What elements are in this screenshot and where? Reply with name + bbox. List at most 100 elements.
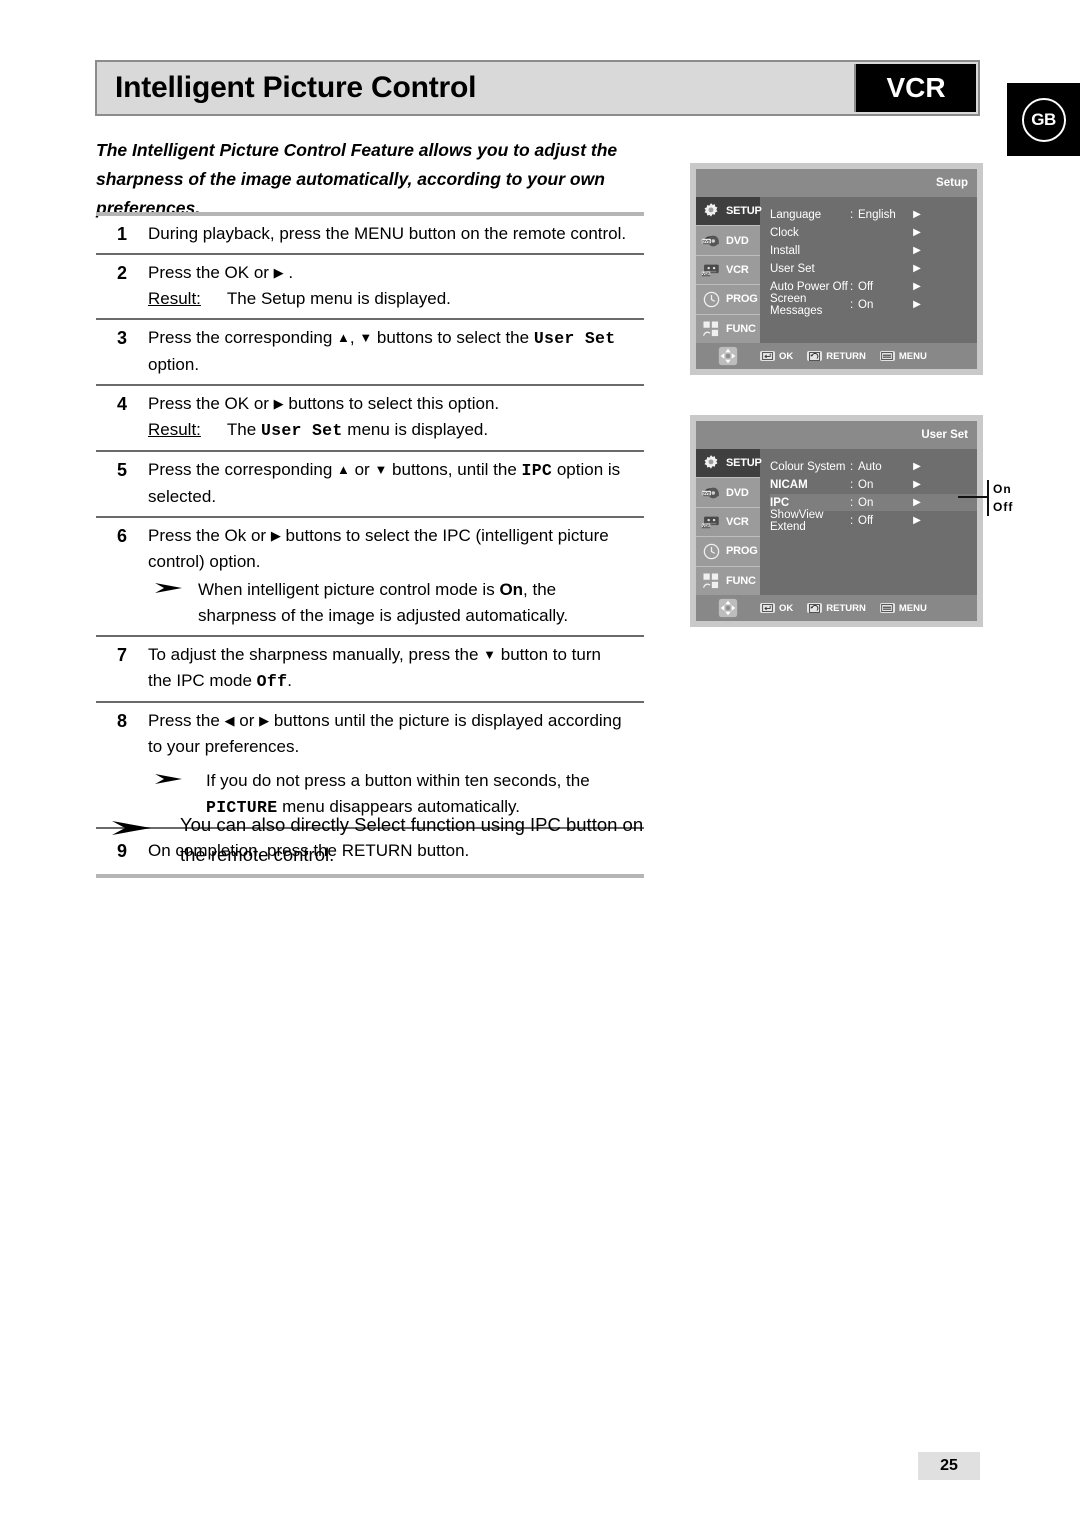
osd-row-label: Clock <box>770 226 799 239</box>
osd-hint-ok: OK <box>760 603 793 614</box>
osd-menu-row[interactable]: Language : English ▶ <box>770 206 977 223</box>
step-text: Press the corresponding ▲ or ▼ buttons, … <box>148 457 644 510</box>
osd-titlebar: Setup <box>696 169 977 197</box>
sidebar-item-vcr[interactable]: VCR VCR <box>696 508 760 538</box>
step-number: 2 <box>116 263 127 283</box>
right-arrow-icon: ▶ <box>913 226 921 238</box>
osd-row-colon: : <box>850 460 854 473</box>
callout-leader-line <box>958 496 988 498</box>
osd-menu-row[interactable]: Install ▶ <box>770 242 977 259</box>
step-line: During playback, press the MENU button o… <box>148 224 627 243</box>
step-line: Press the corresponding ▲, ▼ buttons to … <box>148 328 616 348</box>
osd-body: User Set SETUP DVD DVD VCR VCR PROG FUNC… <box>696 421 977 621</box>
osd-menu-list: Language : English ▶ Clock ▶ Install ▶ U… <box>760 197 977 343</box>
osd-hint-label: OK <box>779 350 794 362</box>
osd-bottom-bar: OK RETURN MENU <box>696 343 977 369</box>
gear-icon <box>701 201 721 221</box>
sidebar-item-prog[interactable]: PROG <box>696 285 760 315</box>
osd-bottom-bar: OK RETURN MENU <box>696 595 977 621</box>
osd-menu-row[interactable]: Screen Messages : On ▶ <box>770 293 977 317</box>
right-arrow-icon: ▶ <box>273 265 284 280</box>
osd-menu-row-showview-extend[interactable]: ShowView Extend : Off ▶ <box>770 509 977 533</box>
step-line: selected. <box>148 487 217 506</box>
result-label: Result: <box>148 420 201 439</box>
osd-row-label: IPC <box>770 496 790 509</box>
step-number: 4 <box>116 394 127 414</box>
osd-row-value: On <box>858 496 874 509</box>
navigation-pad-icon <box>716 596 740 620</box>
osd-row-value: Off <box>858 280 874 293</box>
return-chip-icon <box>807 351 823 361</box>
ipc-options-callout: On Off <box>958 478 1022 524</box>
osd-row-label: Screen Messages <box>770 292 823 317</box>
value-on: On <box>499 580 524 599</box>
step-line: To adjust the sharpness manually, press … <box>148 645 601 664</box>
sidebar-item-dvd[interactable]: DVD DVD <box>696 226 760 256</box>
function-icon <box>701 319 721 339</box>
osd-row-label: User Set <box>770 262 815 275</box>
sidebar-item-setup[interactable]: SETUP <box>696 449 762 479</box>
right-arrow-icon: ▶ <box>913 514 921 526</box>
step-text: Press the corresponding ▲, ▼ buttons to … <box>148 325 644 378</box>
clock-icon <box>701 541 721 561</box>
sidebar-item-vcr[interactable]: VCR VCR <box>696 256 760 286</box>
region-badge-label: GB <box>1031 110 1056 129</box>
step-note: When intelligent picture control mode is… <box>148 575 644 629</box>
sidebar-item-prog[interactable]: PROG <box>696 537 760 567</box>
osd-menu-row[interactable]: User Set ▶ <box>770 260 977 277</box>
note-arrow-icon <box>148 577 198 595</box>
osd-hint-ok: OK <box>760 351 793 362</box>
sidebar-item-label: PROG <box>726 545 758 558</box>
sidebar-item-label: FUNC <box>726 322 756 335</box>
right-arrow-icon: ▶ <box>913 262 921 274</box>
callout-option-off: Off <box>993 500 1014 514</box>
ok-chip-icon <box>760 351 775 361</box>
function-icon <box>701 571 721 591</box>
sidebar-item-label: FUNC <box>726 574 756 587</box>
step-number: 7 <box>116 645 127 665</box>
step-number: 6 <box>116 526 127 546</box>
note-text: When intelligent picture control mode is… <box>198 577 644 629</box>
note-line: If you do not press a button within ten … <box>206 771 590 790</box>
result-label: Result: <box>148 289 201 308</box>
right-arrow-icon: ▶ <box>273 396 284 411</box>
svg-text:DVD: DVD <box>702 239 710 243</box>
step-text: Press the Ok or ▶ buttons to select the … <box>148 523 644 629</box>
right-arrow-icon: ▶ <box>259 713 270 728</box>
step-line: option. <box>148 355 200 374</box>
osd-row-value: On <box>858 478 874 491</box>
osd-row-colon: : <box>850 298 854 311</box>
intro-paragraph: The Intelligent Picture Control Feature … <box>96 140 618 218</box>
osd-row-label: NICAM <box>770 478 808 491</box>
osd-hint-menu: MENU <box>879 603 927 614</box>
osd-menu-row-colour-system[interactable]: Colour System : Auto ▶ <box>770 458 977 475</box>
osd-menu-row-nicam[interactable]: NICAM : On ▶ <box>770 476 977 493</box>
sidebar-item-label: VCR <box>726 516 749 529</box>
right-arrow-icon: ▶ <box>913 478 921 490</box>
sidebar-item-dvd[interactable]: DVD DVD <box>696 478 760 508</box>
step-number: 8 <box>116 711 127 731</box>
sidebar-item-func[interactable]: FUNC <box>696 567 760 595</box>
osd-hint-return: RETURN <box>807 603 866 614</box>
right-arrow-icon: ▶ <box>913 298 921 310</box>
down-arrow-icon: ▼ <box>374 462 388 477</box>
step-line: control) option. <box>148 552 261 571</box>
osd-body: Setup SETUP DVD DVD VCR VCR PROG FUNC La… <box>696 169 977 369</box>
ok-chip-icon <box>760 603 775 613</box>
osd-row-colon: : <box>850 280 854 293</box>
page-header-bar: Intelligent Picture Control VCR <box>95 60 980 116</box>
note-line: sharpness of the image is adjusted autom… <box>198 606 569 625</box>
step-line: Press the Ok or ▶ buttons to select the … <box>148 526 609 545</box>
osd-row-colon: : <box>850 514 854 527</box>
right-arrow-icon: ▶ <box>913 208 921 220</box>
osd-row-colon: : <box>850 208 854 221</box>
step-text: To adjust the sharpness manually, press … <box>148 642 644 695</box>
osd-hint-label: OK <box>779 602 794 614</box>
sidebar-item-setup[interactable]: SETUP <box>696 197 762 227</box>
osd-menu-row[interactable]: Clock ▶ <box>770 224 977 241</box>
sidebar-item-func[interactable]: FUNC <box>696 315 760 343</box>
step-row: 5 Press the corresponding ▲ or ▼ buttons… <box>96 452 644 516</box>
right-arrow-icon: ▶ <box>913 496 921 508</box>
osd-hint-menu: MENU <box>879 351 927 362</box>
osd-menu-list: Colour System : Auto ▶ NICAM : On ▶ IPC … <box>760 449 977 595</box>
